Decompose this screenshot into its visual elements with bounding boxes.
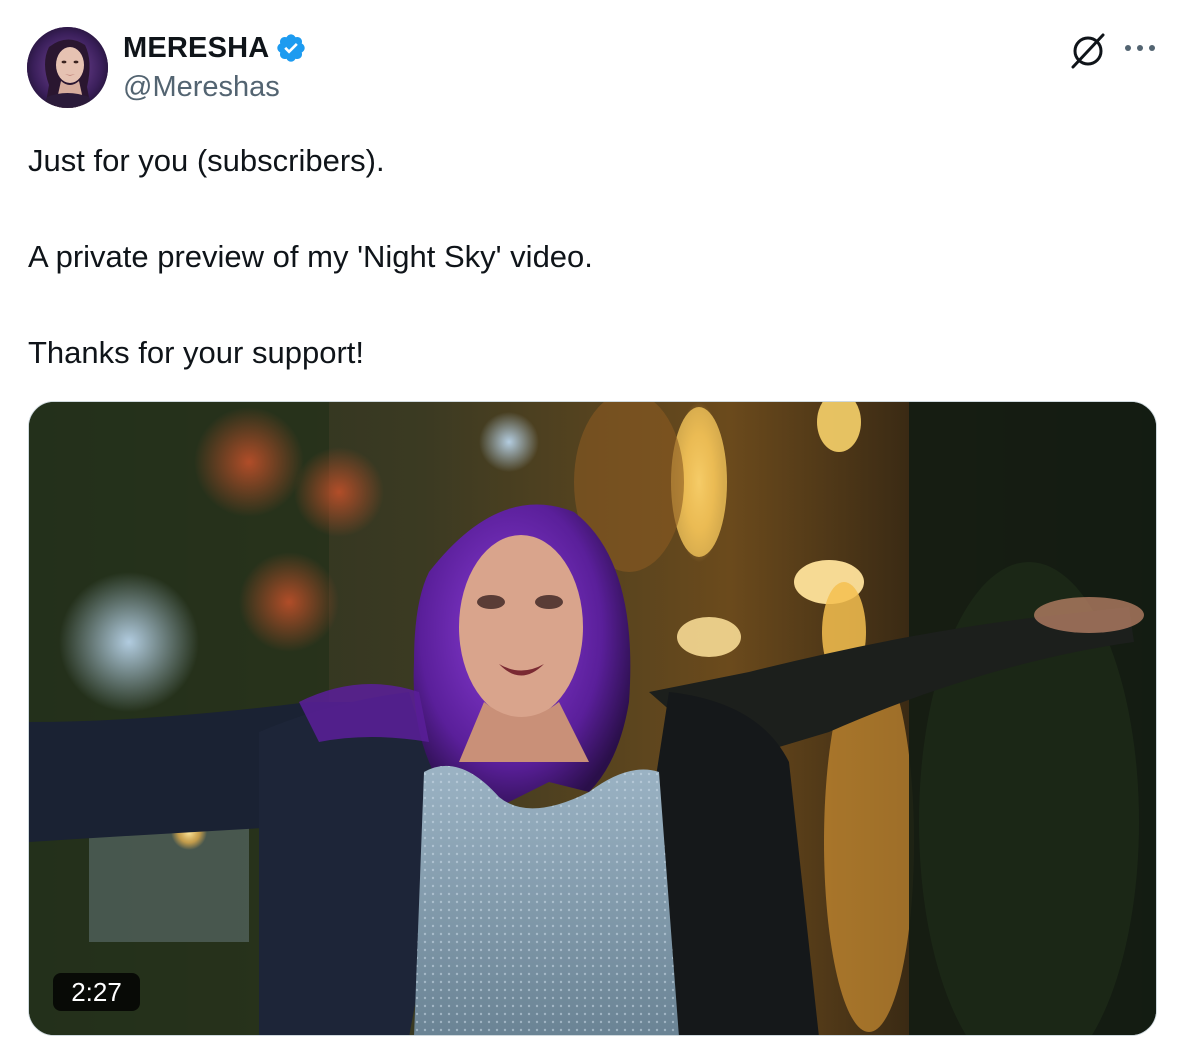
video-duration-badge: 2:27 <box>53 973 140 1011</box>
author-name-row[interactable]: MERESHA <box>123 30 307 66</box>
more-icon[interactable] <box>1120 36 1160 60</box>
author-avatar[interactable] <box>27 27 108 108</box>
author-handle[interactable]: @Mereshas <box>123 71 280 104</box>
verified-badge-icon <box>277 34 306 62</box>
video-player[interactable] <box>28 401 1157 1036</box>
tweet-text-line: Thanks for your support! <box>28 335 364 370</box>
tweet-text-line: A private preview of my 'Night Sky' vide… <box>28 239 593 274</box>
tweet-text-line: Just for you (subscribers). <box>28 143 385 178</box>
author-display-name[interactable]: MERESHA <box>123 32 269 65</box>
grok-icon[interactable] <box>1069 32 1107 70</box>
video-thumbnail <box>29 402 1156 1035</box>
tweet-card: MERESHA @Mereshas Just for you (subscrib… <box>0 0 1180 1050</box>
